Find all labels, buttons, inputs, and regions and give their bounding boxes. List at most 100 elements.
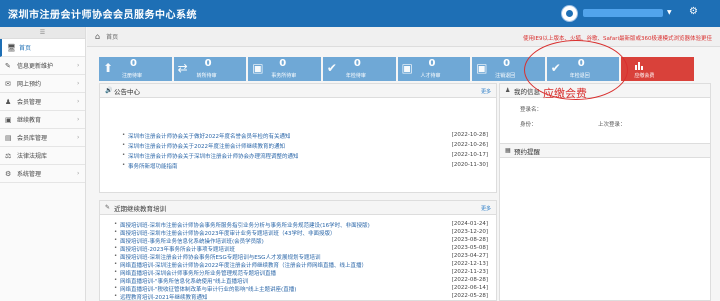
sidebar-item-member-management[interactable]: ♟ 会员管理 › [0,93,85,111]
list-item[interactable]: 面授培训班-事务所业务信息化系统操作培训班(会员学员版) [114,237,264,245]
mail-icon: ✉ [5,79,11,88]
stat-label: 年检待审 [345,73,366,79]
sidebar-item-law-library[interactable]: ⚖ 法律法规库 [0,147,85,165]
top-bar: 深圳市注册会计师协会会员服务中心系统 ▼ ⚙ [0,0,720,27]
panel-title: 近期继续教育培训 [114,204,166,213]
home-icon[interactable]: ⌂ [95,32,100,41]
list-item[interactable]: 深圳市注册会计师协会关于深圳市注册会计师协会办理流程调整的通知 [122,152,298,160]
list-item[interactable]: 网络直播培训-"税收征管体制改革与审计行业的影响"线上主题讲座(直播) [114,285,296,293]
list-item[interactable]: 远程教育培训-2021年继续教育通知 [114,293,208,301]
list-item[interactable]: 面授培训班-2023年事务所会计事项专题培训班 [114,245,235,253]
sidebar-item-system-management[interactable]: ⚙ 系统管理 › [0,165,85,183]
panel-header: ▦ 预约提醒 [500,144,710,158]
list-item[interactable]: 网络直播培训-深圳注册会计师协会2022年度注册会计师继续教育（注册会计师网络直… [114,261,367,269]
list-item-date: [2022-10-26] [451,142,488,148]
gear-icon: ⚙ [5,169,12,178]
panel-title: 公告中心 [114,87,140,96]
list-item-date: [2023-08-28] [451,237,488,243]
list-item-date: [2022-10-28] [451,132,488,138]
more-link[interactable]: 更多 [481,205,491,212]
stat-value: 0 [204,58,212,69]
chevron-right-icon: › [77,80,80,87]
stat-label: 事务所待审 [271,73,297,79]
reminder-panel: ▦ 预约提醒 [499,143,711,301]
stat-tile-transfer[interactable]: ⇄ 0 转所待审 [173,57,247,81]
scale-icon: ⚖ [5,151,12,160]
last-login-label: 上次登录： [598,122,626,128]
annotation-text: 应缴会费 [543,87,587,100]
stat-tile-registration[interactable]: ⬆ 0 注册待审 [99,57,172,81]
list-item[interactable]: 深圳市注册会计师协会关于做好2022年度名誉会员年检的有关通知 [122,132,290,140]
breadcrumb-current: 首页 [106,34,119,41]
chevron-right-icon: › [77,98,80,105]
user-menu-caret-icon[interactable]: ▼ [667,9,672,16]
user-icon: ♟ [5,97,12,106]
chevron-right-icon: › [77,134,80,141]
stat-label: 应缴会费 [634,73,655,79]
list-item[interactable]: 事务所新增功能指南 [122,162,177,170]
settings-gear-icon[interactable]: ⚙ [689,6,698,17]
stat-tile-talent[interactable]: ▣ 0 人才待审 [397,57,471,81]
list-item[interactable]: 深圳市注册会计师协会关于2022年度注册会计师继续教育的通知 [122,142,285,150]
stat-value: 0 [503,58,511,69]
sidebar: ☰ 🖥 首页 ✎ 信息更新维护 › ✉ 网上预约 › ♟ 会员管理 › ▣ 继续… [0,27,86,301]
checkbox-icon: ✔ [326,61,337,75]
stat-tile-firm[interactable]: ▣ 0 事务所待审 [248,57,321,81]
list-item-date: [2022-12-13] [451,261,488,267]
edit-icon: ✎ [5,61,11,70]
cicpa-logo-icon [561,5,578,22]
stat-value: 0 [428,58,436,69]
calendar-icon: ▦ [505,147,511,154]
sidebar-item-continuing-education[interactable]: ▣ 继续教育 › [0,111,85,129]
stat-label: 注册待审 [122,73,143,79]
sidebar-item-label: 网上预约 [17,81,42,88]
sidebar-item-label: 信息更新维护 [17,63,54,70]
login-name-label: 登录名： [520,107,543,113]
bar-chart-icon [635,62,645,70]
list-item-date: [2023-05-08] [451,245,488,251]
browser-notice: 使用IE9以上版本、火狐、谷歌、Safari最新版或360极速模式浏览器体验更佳 [522,36,712,42]
chevron-right-icon: › [77,62,80,69]
list-item[interactable]: 网络直播培训-"事务所信息化系统使用"线上直播培训 [114,277,248,285]
stat-tile-dues-payable[interactable]: 应缴会费 [621,57,694,81]
user-icon: ♟ [505,87,511,94]
sidebar-item-label: 系统管理 [17,171,42,178]
training-panel: ✎ 近期继续教育培训 更多 面授培训班-深圳市注册会计师协会事务所服务指引业务分… [99,200,497,301]
sidebar-item-info-update[interactable]: ✎ 信息更新维护 › [0,57,85,75]
sidebar-item-label: 法律法规库 [17,153,48,160]
database-icon: ▤ [5,133,12,142]
stat-value: 0 [353,58,361,69]
sidebar-collapse-button[interactable]: ☰ [0,27,85,39]
user-name-redacted[interactable] [583,9,663,17]
book-icon: ▣ [5,115,12,124]
list-item-date: [2022-10-17] [451,152,488,158]
list-item[interactable]: 面授培训班-深圳市注册会计师协会事务所服务指引业务分析与事务所业务规范建设(16… [114,221,370,229]
stat-label: 转所待审 [196,73,217,79]
sidebar-item-home[interactable]: 🖥 首页 [0,39,85,57]
list-item[interactable]: 面授培训班-深圳注册会计师协会事务所ESG专题培训与ESG人才发展规划专题培训 [114,253,320,261]
sidebar-item-label: 会员管理 [17,99,42,106]
chevron-right-icon: › [77,170,80,177]
panel-header: ✎ 近期继续教育培训 更多 [100,201,496,215]
upload-icon: ⬆ [103,61,114,75]
list-item[interactable]: 网络直播培训-深圳会计师事务所分所业务管理规范专题培训直播 [114,269,276,277]
sidebar-item-member-library[interactable]: ▤ 会员库管理 › [0,129,85,147]
stat-tile-annual-check[interactable]: ✔ 0 年检待审 [322,57,396,81]
breadcrumb: ⌂ 首页 使用IE9以上版本、火狐、谷歌、Safari最新版或360极速模式浏览… [87,27,720,47]
document-icon: ▣ [476,61,488,75]
panel-header: 🔊 公告中心 更多 [100,84,496,98]
list-item[interactable]: 面授培训班-深圳市注册会计师协会2023年度审计业务专题培训班（43学时、非面授… [114,229,335,237]
sidebar-item-online-booking[interactable]: ✉ 网上预约 › [0,75,85,93]
document-icon: ▣ [401,61,413,75]
chevron-right-icon: › [77,116,80,123]
more-link[interactable]: 更多 [481,88,491,95]
announcement-panel: 🔊 公告中心 更多 深圳市注册会计师协会关于做好2022年度名誉会员年检的有关通… [99,83,497,193]
sidebar-item-label: 继续教育 [17,117,42,124]
app-title: 深圳市注册会计师协会会员服务中心系统 [8,10,197,21]
list-item-date: [2023-12-20] [451,229,488,235]
list-item-date: [2023-04-27] [451,253,488,259]
pencil-icon: ✎ [105,204,111,211]
stat-label: 人才待审 [420,73,441,79]
stat-value: 0 [279,58,287,69]
panel-title: 预约提醒 [514,147,540,156]
